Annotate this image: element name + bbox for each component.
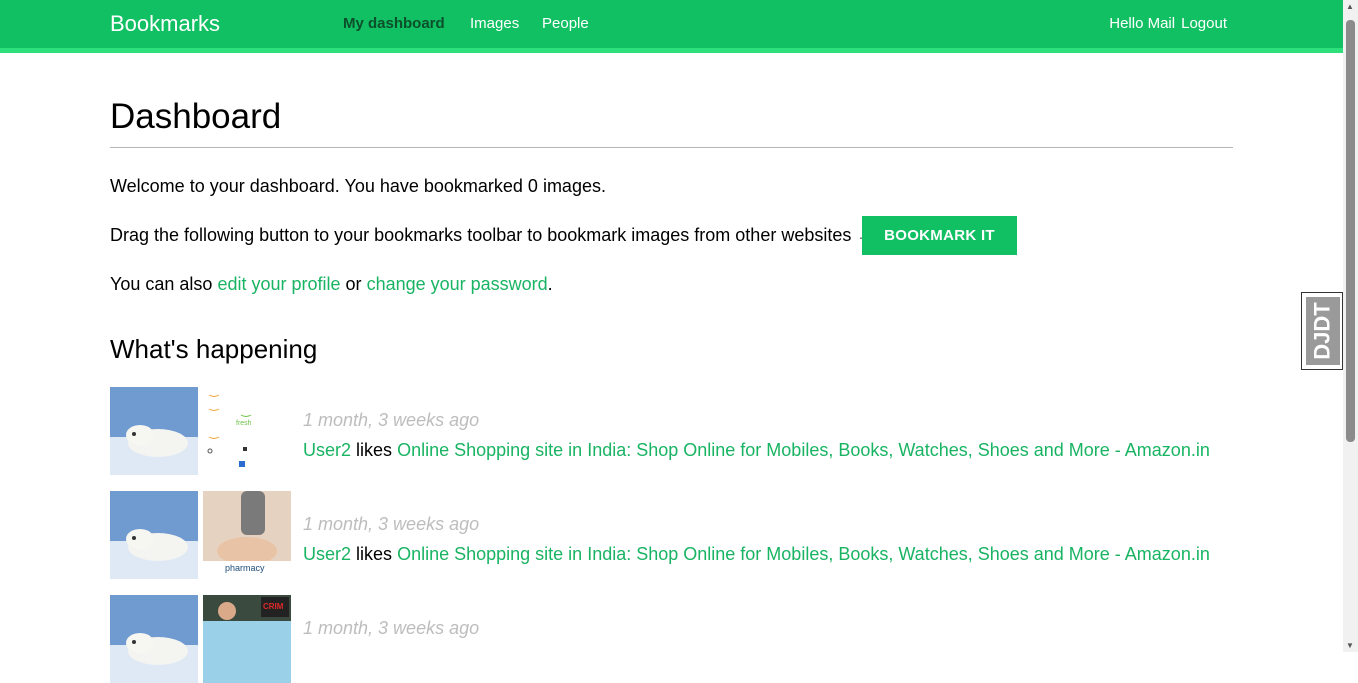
activity-item: fresh 1 month, 3 weeks ago User2 likes O… <box>110 387 1233 475</box>
user-greeting: Hello Mail <box>1109 15 1176 32</box>
edit-profile-link[interactable]: edit your profile <box>217 274 340 294</box>
activity-target-link[interactable]: Online Shopping site in India: Shop Onli… <box>397 440 1210 460</box>
activity-verb: likes <box>356 544 393 564</box>
page-scrollbar[interactable]: ▲ ▼ <box>1343 0 1358 652</box>
debug-toolbar-handle[interactable]: DJDT <box>1301 292 1343 370</box>
brand-logo[interactable]: Bookmarks <box>110 11 220 37</box>
profile-links-text: You can also edit your profile or change… <box>110 274 553 295</box>
activity-date: 1 month, 3 weeks ago <box>303 514 480 534</box>
image-thumbnail[interactable]: CRIM <box>203 595 291 683</box>
or-text: or <box>345 274 362 294</box>
activity-date: 1 month, 3 weeks ago <box>303 618 480 638</box>
title-divider <box>110 147 1233 148</box>
activity-item: CRIM 1 month, 3 weeks ago <box>110 595 1233 683</box>
user-avatar[interactable] <box>110 491 198 579</box>
user-avatar[interactable] <box>110 595 198 683</box>
welcome-text: Welcome to your dashboard. You have book… <box>110 176 606 196</box>
nav-people[interactable]: People <box>542 15 589 32</box>
activity-user-link[interactable]: User2 <box>303 544 351 564</box>
activity-user-link[interactable]: User2 <box>303 440 351 460</box>
also-prefix: You can also <box>110 274 213 294</box>
nav-images[interactable]: Images <box>470 15 519 32</box>
activity-text: User2 likes Online Shopping site in Indi… <box>303 544 1210 565</box>
bookmark-it-button[interactable]: BOOKMARK IT <box>862 216 1017 255</box>
activity-target-link[interactable]: Online Shopping site in India: Shop Onli… <box>397 544 1210 564</box>
drag-instruction: Drag the following button to your bookma… <box>110 225 875 245</box>
activity-date: 1 month, 3 weeks ago <box>303 410 480 430</box>
scroll-down-arrow-icon[interactable]: ▼ <box>1346 641 1354 650</box>
change-password-link[interactable]: change your password <box>367 274 548 294</box>
user-box: Hello Mail Logout <box>1109 15 1227 32</box>
top-navbar: Bookmarks My dashboard Images People Hel… <box>0 0 1343 53</box>
activity-heading: What's happening <box>110 334 318 364</box>
activity-verb: likes <box>356 440 393 460</box>
period: . <box>547 274 553 294</box>
scroll-up-arrow-icon[interactable]: ▲ <box>1346 2 1354 11</box>
debug-toolbar-label: DJDT <box>1310 302 1336 360</box>
nav-my-dashboard[interactable]: My dashboard <box>343 15 445 32</box>
scroll-thumb[interactable] <box>1346 20 1355 442</box>
user-avatar[interactable] <box>110 387 198 475</box>
activity-text: User2 likes Online Shopping site in Indi… <box>303 440 1210 461</box>
thumb-label: fresh <box>236 420 252 427</box>
activity-item: pharmacy 1 month, 3 weeks ago User2 like… <box>110 491 1233 579</box>
thumb-label: pharmacy <box>225 563 265 573</box>
image-thumbnail[interactable]: pharmacy <box>203 491 291 579</box>
logout-link[interactable]: Logout <box>1181 15 1227 32</box>
image-thumbnail[interactable]: fresh <box>203 387 291 475</box>
page-title: Dashboard <box>110 97 282 136</box>
thumb-label: CRIM <box>263 602 284 611</box>
